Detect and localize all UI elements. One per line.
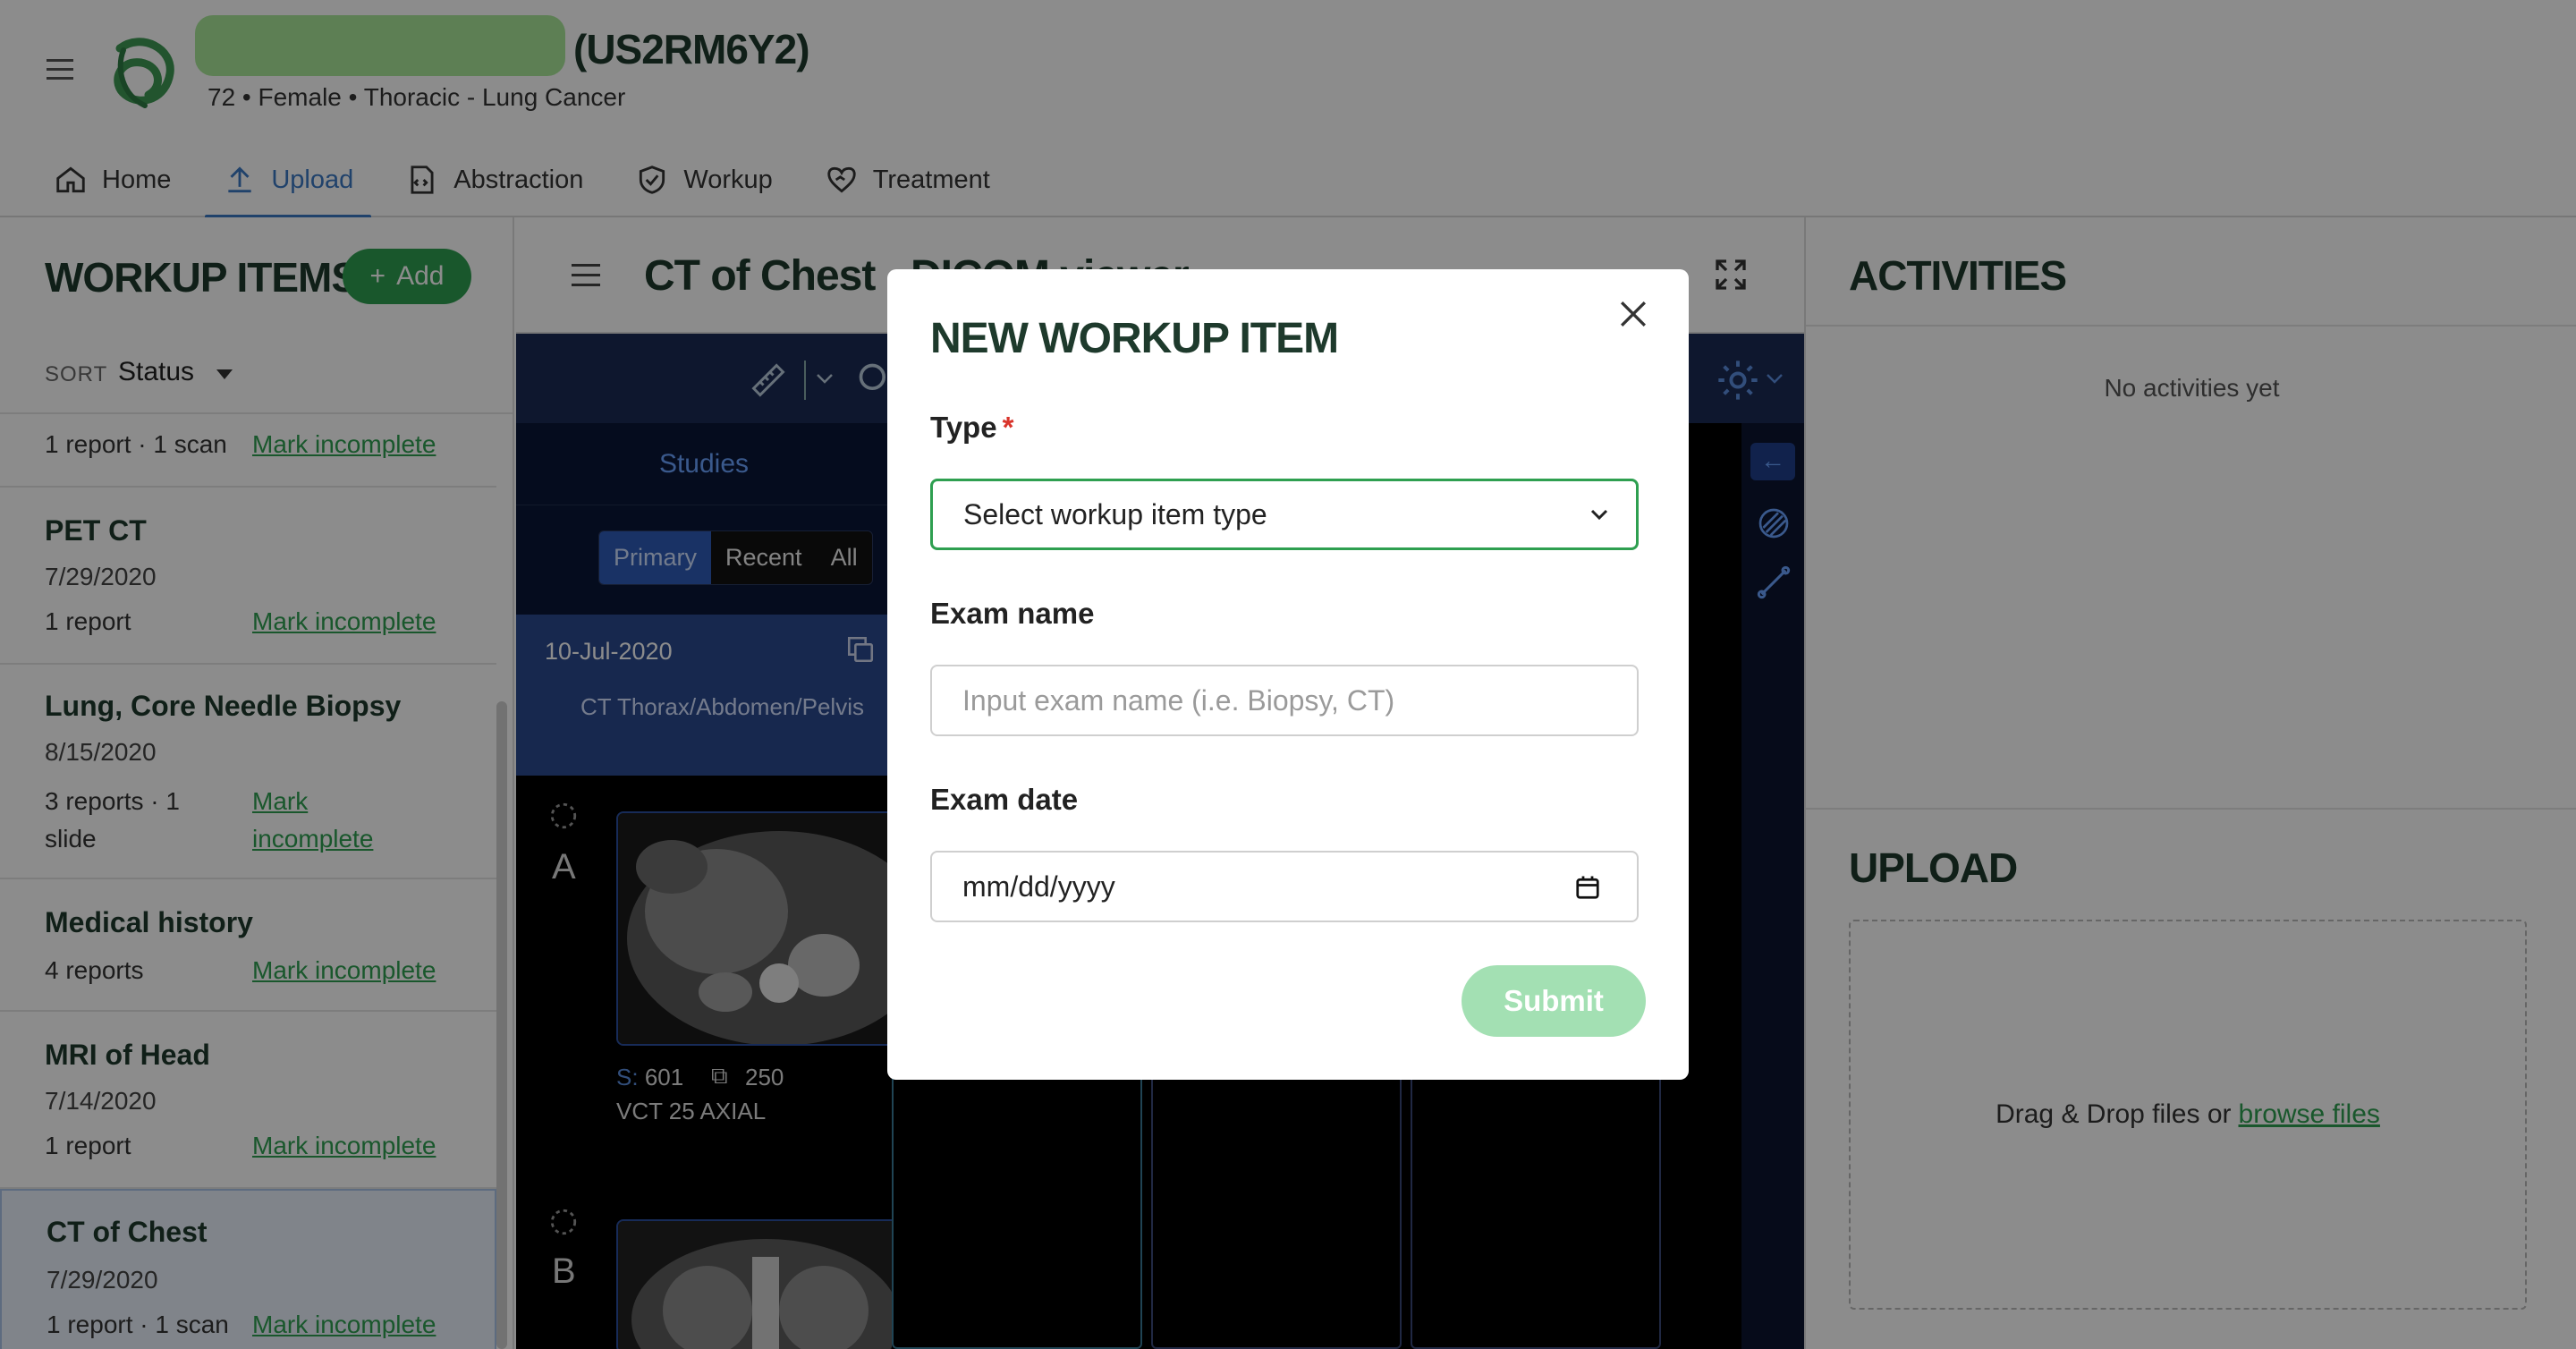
type-select-value: Select workup item type xyxy=(963,497,1267,530)
exam-date-input[interactable]: mm/dd/yyyy xyxy=(930,851,1639,922)
exam-name-placeholder: Input exam name (i.e. Biopsy, CT) xyxy=(962,683,1395,717)
type-label: Type * xyxy=(930,411,1013,445)
submit-button[interactable]: Submit xyxy=(1462,965,1646,1037)
calendar-icon[interactable] xyxy=(1574,874,1601,901)
new-workup-item-dialog: NEW WORKUP ITEM Type * Select workup item… xyxy=(887,269,1689,1080)
exam-name-input[interactable]: Input exam name (i.e. Biopsy, CT) xyxy=(930,665,1639,736)
exam-date-placeholder: mm/dd/yyyy xyxy=(962,870,1115,903)
chevron-down-icon xyxy=(1590,509,1608,521)
dialog-title: NEW WORKUP ITEM xyxy=(930,315,1339,362)
required-marker: * xyxy=(1002,411,1014,444)
exam-name-label: Exam name xyxy=(930,597,1095,630)
exam-date-label: Exam date xyxy=(930,783,1079,816)
close-icon[interactable] xyxy=(1614,294,1653,334)
workup-type-select[interactable]: Select workup item type xyxy=(930,479,1639,550)
type-label-text: Type xyxy=(930,411,997,444)
